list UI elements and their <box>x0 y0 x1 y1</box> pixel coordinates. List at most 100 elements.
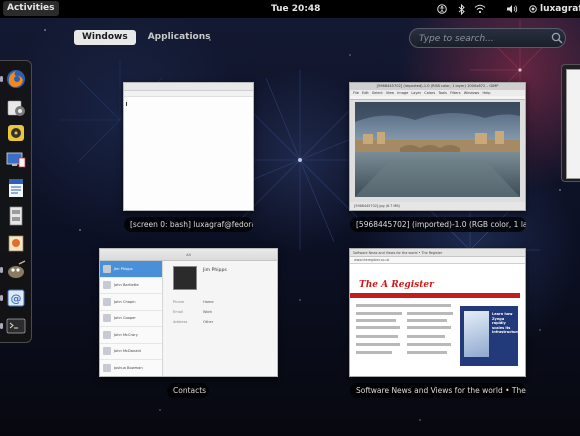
gimp-menu-item: View <box>385 91 395 95</box>
gimp-ruler <box>350 96 525 100</box>
browser-titlebar: Software News and Views for the world • … <box>350 249 525 257</box>
river-photo <box>355 102 520 197</box>
gimp-menu-item: Windows <box>463 91 480 95</box>
gimp-menu-item: File <box>353 91 359 95</box>
tab-windows[interactable]: Windows <box>74 30 136 45</box>
dash-item-settings[interactable] <box>5 96 27 118</box>
window-caption-browser: Software News and Views for the world • … <box>350 383 526 398</box>
file-manager-icon <box>9 206 23 226</box>
contact-detail-name: Jim Phipps <box>203 268 227 273</box>
gimp-menu-item: Select <box>371 91 383 95</box>
list-item: John Cooper <box>100 311 162 327</box>
contacts-list: Jim Phipps John Bartlette John Chapin Jo… <box>100 261 163 376</box>
gimp-menu-item: Edit <box>361 91 369 95</box>
register-logo: The A Register <box>359 280 434 290</box>
list-item: John Bartlette <box>100 278 162 294</box>
user-menu[interactable]: luxagraf <box>540 3 580 15</box>
workspace-thumbnail[interactable] <box>566 69 580 179</box>
gimp-image-canvas <box>355 102 520 197</box>
search-input[interactable] <box>419 31 539 46</box>
contact-name: Joshua Bowman <box>114 365 143 370</box>
top-bar: Activities Tue 20:48 luxagraf <box>0 0 580 18</box>
terminal-titlebar <box>124 83 253 91</box>
detail-row: Phone Home <box>173 300 214 304</box>
gimp-menu-item: Tools <box>438 91 447 95</box>
email-icon: @ <box>7 289 25 307</box>
ad-text: Learn how Zynga rapidly scales its infra… <box>492 312 520 334</box>
dash-item-software[interactable] <box>5 232 27 254</box>
monitor-icon <box>6 152 26 168</box>
contact-name: John Chapin <box>114 299 136 304</box>
contact-photo <box>173 266 197 290</box>
firefox-icon <box>7 70 25 88</box>
window-caption-gimp: [5968445702] (imported)-1.0 (RGB color, … <box>350 217 526 232</box>
contact-name: John McCrary <box>114 332 138 337</box>
volume-icon[interactable] <box>505 2 519 16</box>
list-item: Jim Phipps <box>100 261 162 278</box>
dash-item-firefox[interactable] <box>0 68 27 90</box>
window-caption-contacts: Contacts <box>167 383 209 398</box>
dash-item-terminal[interactable] <box>0 315 27 337</box>
software-installer-icon <box>8 235 24 252</box>
settings-icon <box>7 100 25 116</box>
terminal-text: . ▌ <box>126 98 129 107</box>
writer-document-icon <box>9 179 23 197</box>
list-item: John Chapin <box>100 294 162 311</box>
register-nav-bar <box>350 293 520 298</box>
contacts-header: All <box>100 249 277 261</box>
browser-url-bar: www.theregister.co.uk <box>350 257 525 264</box>
contact-name: John Cooper <box>114 316 136 321</box>
dash-item-rhythmbox[interactable] <box>5 122 27 144</box>
dash-item-writer[interactable] <box>5 177 27 199</box>
contacts-thumbnail[interactable]: All Jim Phipps John Bartlette John Chapi… <box>99 248 278 377</box>
detail-row: Address Other <box>173 320 214 324</box>
search-box[interactable] <box>409 28 566 48</box>
contact-name: Jim Phipps <box>114 266 133 271</box>
accessibility-icon[interactable] <box>436 2 448 16</box>
workspace-switcher <box>561 64 580 182</box>
avatar <box>103 330 111 339</box>
gimp-icon <box>8 260 26 278</box>
list-item: John McDonald <box>100 344 162 360</box>
dash-item-gimp[interactable] <box>0 259 27 281</box>
avatar <box>103 281 111 290</box>
browser-thumbnail[interactable]: Software News and Views for the world • … <box>349 248 526 377</box>
search-icon <box>551 32 563 44</box>
gimp-thumbnail[interactable]: [5968445702] (imported)-1.0 (RGB color, … <box>349 82 526 211</box>
gimp-menu-item: Image <box>397 91 409 95</box>
contact-detail: Jim Phipps Phone Home Email Work Address Ot… <box>170 266 274 374</box>
list-item: Joshua Bowman <box>100 360 162 376</box>
dash: @ <box>0 60 32 343</box>
clock[interactable]: Tue 20:48 <box>271 3 320 15</box>
dash-item-files[interactable] <box>5 205 27 227</box>
bluetooth-icon[interactable] <box>456 2 468 16</box>
terminal-thumbnail[interactable]: . ▌ <box>123 82 254 211</box>
avatar <box>103 347 111 356</box>
terminal-icon <box>6 318 26 334</box>
list-item: John McCrary <box>100 327 162 344</box>
user-status-icon[interactable] <box>528 2 538 16</box>
gimp-menu-item: Colors <box>424 91 436 95</box>
network-icon[interactable] <box>473 2 487 16</box>
svg-text:@: @ <box>11 292 22 305</box>
gimp-menu-item: Help <box>482 91 491 95</box>
activities-button[interactable]: Activities <box>3 1 59 16</box>
view-selector: Windows Applications <box>74 30 218 45</box>
contact-name: John Bartlette <box>114 283 139 288</box>
dash-item-email[interactable]: @ <box>0 287 27 309</box>
gimp-titlebar: [5968445702] (imported)-1.0 (RGB color, … <box>350 83 525 90</box>
avatar <box>103 264 111 273</box>
gimp-menu-item: Filters <box>450 91 461 95</box>
tab-applications[interactable]: Applications <box>140 30 219 45</box>
advertisement: Learn how Zynga rapidly scales its infra… <box>460 306 520 366</box>
avatar <box>103 314 111 323</box>
window-caption-terminal: [screen 0: bash] luxagraf@fedora:~ <box>124 217 253 232</box>
contact-name: John McDonald <box>114 349 141 354</box>
gimp-menu-item: Layer <box>411 91 422 95</box>
rhythmbox-icon <box>8 125 24 141</box>
avatar <box>103 363 111 372</box>
ad-book-cover <box>464 311 489 357</box>
gimp-statusbar: [5968445702].jpg (6.7 MB) <box>350 202 525 210</box>
dash-item-monitor[interactable] <box>5 149 27 171</box>
avatar <box>103 297 111 306</box>
